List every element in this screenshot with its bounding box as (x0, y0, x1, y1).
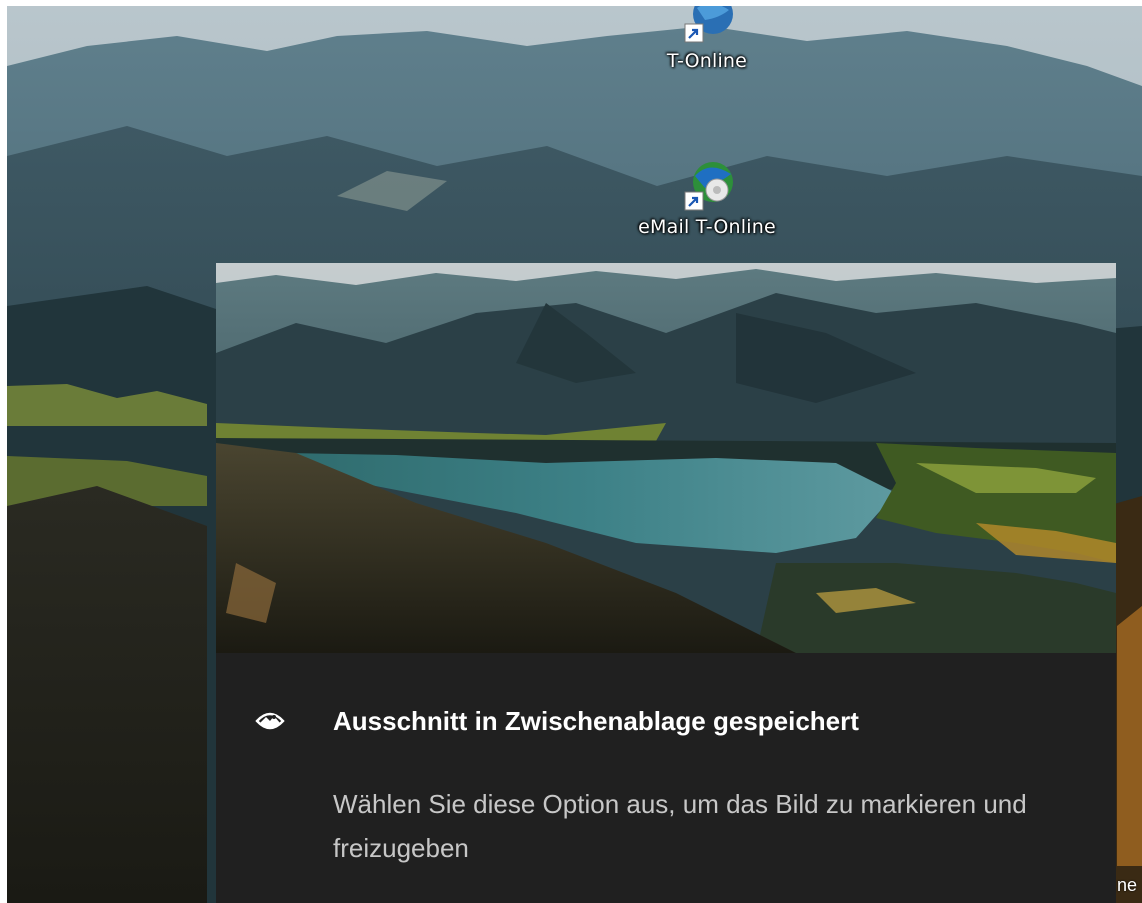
toast-content[interactable]: Ausschnitt in Zwischenablage gespeichert… (216, 653, 1116, 903)
desktop-icon-email-t-online[interactable]: eMail T-Online (617, 158, 797, 238)
toast-title: Ausschnitt in Zwischenablage gespeichert (333, 706, 859, 736)
desktop-icon-t-online[interactable]: T-Online (617, 6, 797, 72)
partial-desktop-label: ne (1117, 875, 1138, 895)
toast-message: Wählen Sie diese Option aus, um das Bild… (333, 789, 1027, 863)
snip-and-sketch-icon (254, 708, 286, 734)
t-online-globe-icon (675, 6, 739, 48)
desktop: T-Online eMail T-Online Ausschnitt in Zw… (7, 6, 1142, 903)
email-t-online-globe-icon (675, 158, 739, 214)
desktop-icon-label: T-Online (666, 50, 748, 72)
desktop-icon-label: eMail T-Online (638, 216, 776, 238)
snip-toast-notification[interactable]: Ausschnitt in Zwischenablage gespeichert… (216, 263, 1116, 903)
captured-snip-preview (216, 263, 1116, 653)
